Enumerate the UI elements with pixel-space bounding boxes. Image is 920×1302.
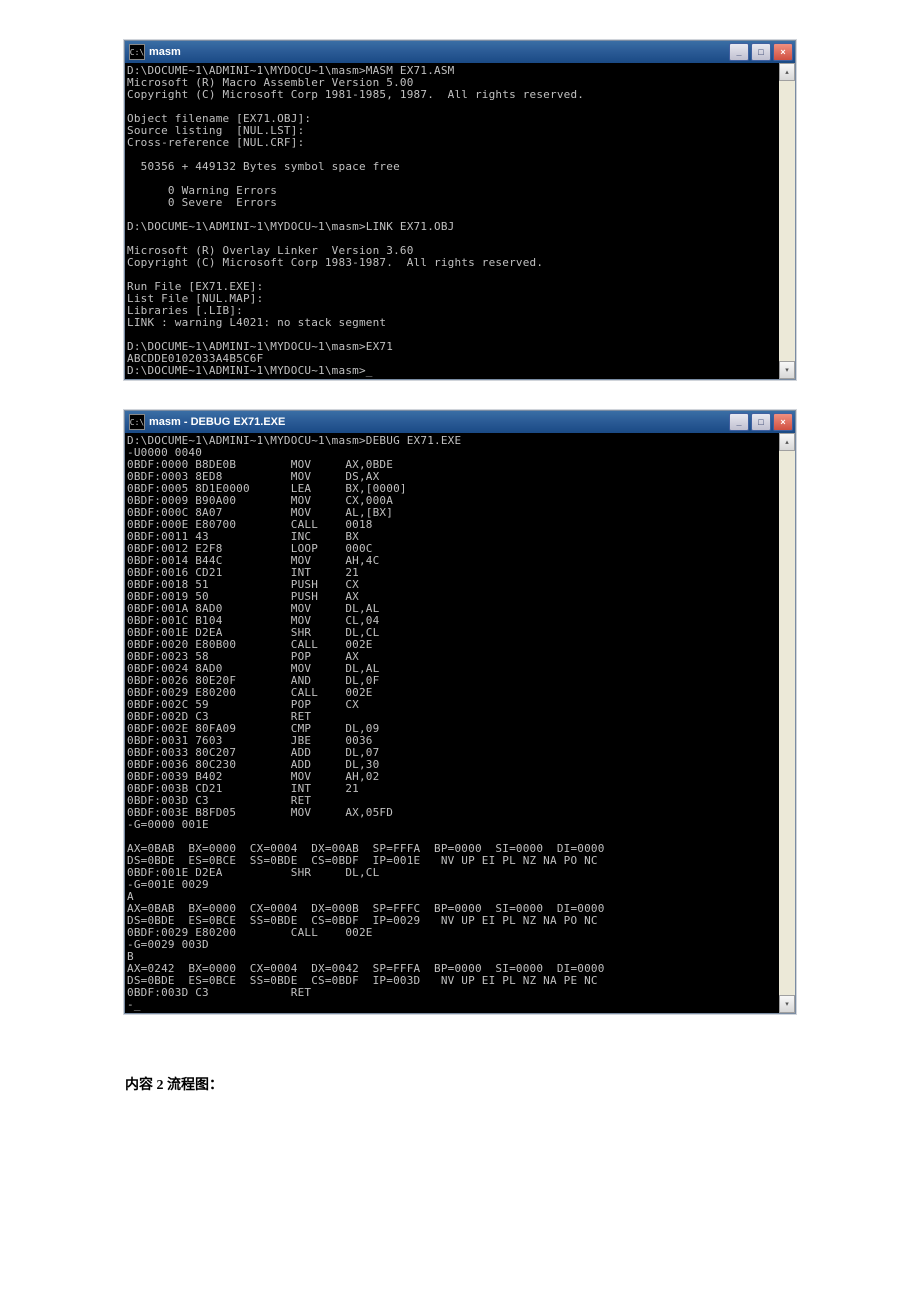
scroll-down-button[interactable]: ▾ <box>779 361 795 379</box>
maximize-button[interactable]: □ <box>751 413 771 431</box>
maximize-button[interactable]: □ <box>751 43 771 61</box>
window-controls: _ □ × <box>729 413 793 431</box>
terminal-body: D:\DOCUME~1\ADMINI~1\MYDOCU~1\masm>MASM … <box>125 63 795 379</box>
titlebar[interactable]: C:\ masm _ □ × <box>125 41 795 63</box>
terminal-window-masm: C:\ masm _ □ × D:\DOCUME~1\ADMINI~1\MYDO… <box>124 40 796 380</box>
page-caption: 内容 2 流程图： <box>125 1074 795 1094</box>
close-button[interactable]: × <box>773 413 793 431</box>
scroll-down-button[interactable]: ▾ <box>779 995 795 1013</box>
minimize-button[interactable]: _ <box>729 413 749 431</box>
terminal-window-debug: C:\ masm - DEBUG EX71.EXE _ □ × D:\DOCUM… <box>124 410 796 1014</box>
titlebar[interactable]: C:\ masm - DEBUG EX71.EXE _ □ × <box>125 411 795 433</box>
window-title: masm <box>149 46 729 58</box>
window-controls: _ □ × <box>729 43 793 61</box>
terminal-output[interactable]: D:\DOCUME~1\ADMINI~1\MYDOCU~1\masm>DEBUG… <box>127 435 777 1011</box>
close-button[interactable]: × <box>773 43 793 61</box>
app-icon: C:\ <box>129 44 145 60</box>
scrollbar[interactable]: ▴ ▾ <box>779 63 795 379</box>
app-icon: C:\ <box>129 414 145 430</box>
terminal-body: D:\DOCUME~1\ADMINI~1\MYDOCU~1\masm>DEBUG… <box>125 433 795 1013</box>
window-title: masm - DEBUG EX71.EXE <box>149 416 729 428</box>
scroll-track[interactable] <box>779 451 795 995</box>
scroll-up-button[interactable]: ▴ <box>779 63 795 81</box>
terminal-output[interactable]: D:\DOCUME~1\ADMINI~1\MYDOCU~1\masm>MASM … <box>127 65 777 377</box>
minimize-button[interactable]: _ <box>729 43 749 61</box>
scroll-track[interactable] <box>779 81 795 361</box>
scrollbar[interactable]: ▴ ▾ <box>779 433 795 1013</box>
scroll-up-button[interactable]: ▴ <box>779 433 795 451</box>
